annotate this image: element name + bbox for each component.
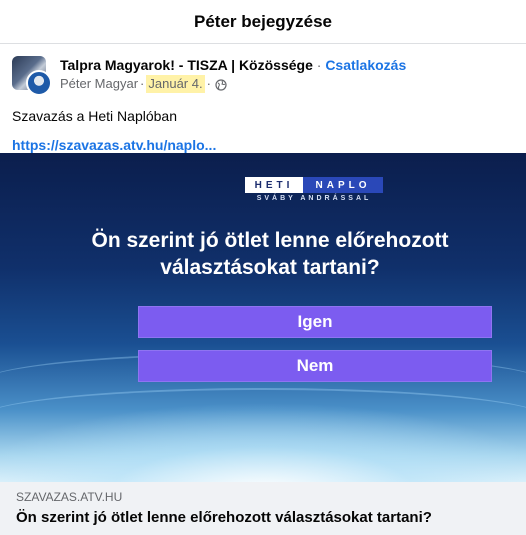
group-name-link[interactable]: Talpra Magyarok! - TISZA | Közössége <box>60 57 313 73</box>
link-title[interactable]: Ön szerint jó ötlet lenne előrehozott vá… <box>16 508 510 528</box>
author-link[interactable]: Péter Magyar <box>60 75 138 93</box>
poll-question: Ön szerint jó ötlet lenne előrehozott vá… <box>91 229 449 279</box>
logo-left: HETI <box>245 177 303 193</box>
post-text: Szavazás a Heti Naplóban <box>12 108 177 124</box>
logo-subtitle: SVÁBY ANDRÁSSAL <box>256 195 372 202</box>
post-page: Péter bejegyzése Talpra Magyarok! - TISZ… <box>0 0 526 535</box>
top-bar: Péter bejegyzése <box>0 0 526 44</box>
separator: · <box>206 76 211 91</box>
heti-naplo-logo: HETI NAPLO <box>245 177 383 197</box>
poll-image[interactable]: HETI NAPLO SVÁBY ANDRÁSSAL Ön szerint jó… <box>0 153 526 482</box>
post-meta: Talpra Magyarok! - TISZA | Közössége · C… <box>60 56 406 93</box>
vote-no-button[interactable]: Nem <box>138 350 492 382</box>
page-title: Péter bejegyzése <box>194 11 332 31</box>
post-date-link[interactable]: Január 4. <box>146 75 205 93</box>
user-avatar[interactable] <box>26 70 52 96</box>
post-meta-line1: Talpra Magyarok! - TISZA | Közössége · C… <box>60 56 406 74</box>
link-domain: SZAVAZAS.ATV.HU <box>16 490 123 504</box>
post-header: Talpra Magyarok! - TISZA | Közössége · C… <box>0 44 526 104</box>
join-button[interactable]: Csatlakozás <box>325 57 406 73</box>
separator: · <box>140 76 145 91</box>
logo-right: NAPLO <box>303 177 383 193</box>
separator: · <box>316 57 322 73</box>
globe-icon <box>215 78 227 91</box>
vote-yes-button[interactable]: Igen <box>138 306 492 338</box>
decorative-glow <box>0 402 526 482</box>
post-meta-line2: Péter Magyar · Január 4. · <box>60 75 406 93</box>
link-preview[interactable]: SZAVAZAS.ATV.HU Ön szerint jó ötlet lenn… <box>0 482 526 535</box>
post-url-link[interactable]: https://szavazas.atv.hu/naplo... <box>0 136 526 154</box>
avatar-group[interactable] <box>12 56 52 96</box>
